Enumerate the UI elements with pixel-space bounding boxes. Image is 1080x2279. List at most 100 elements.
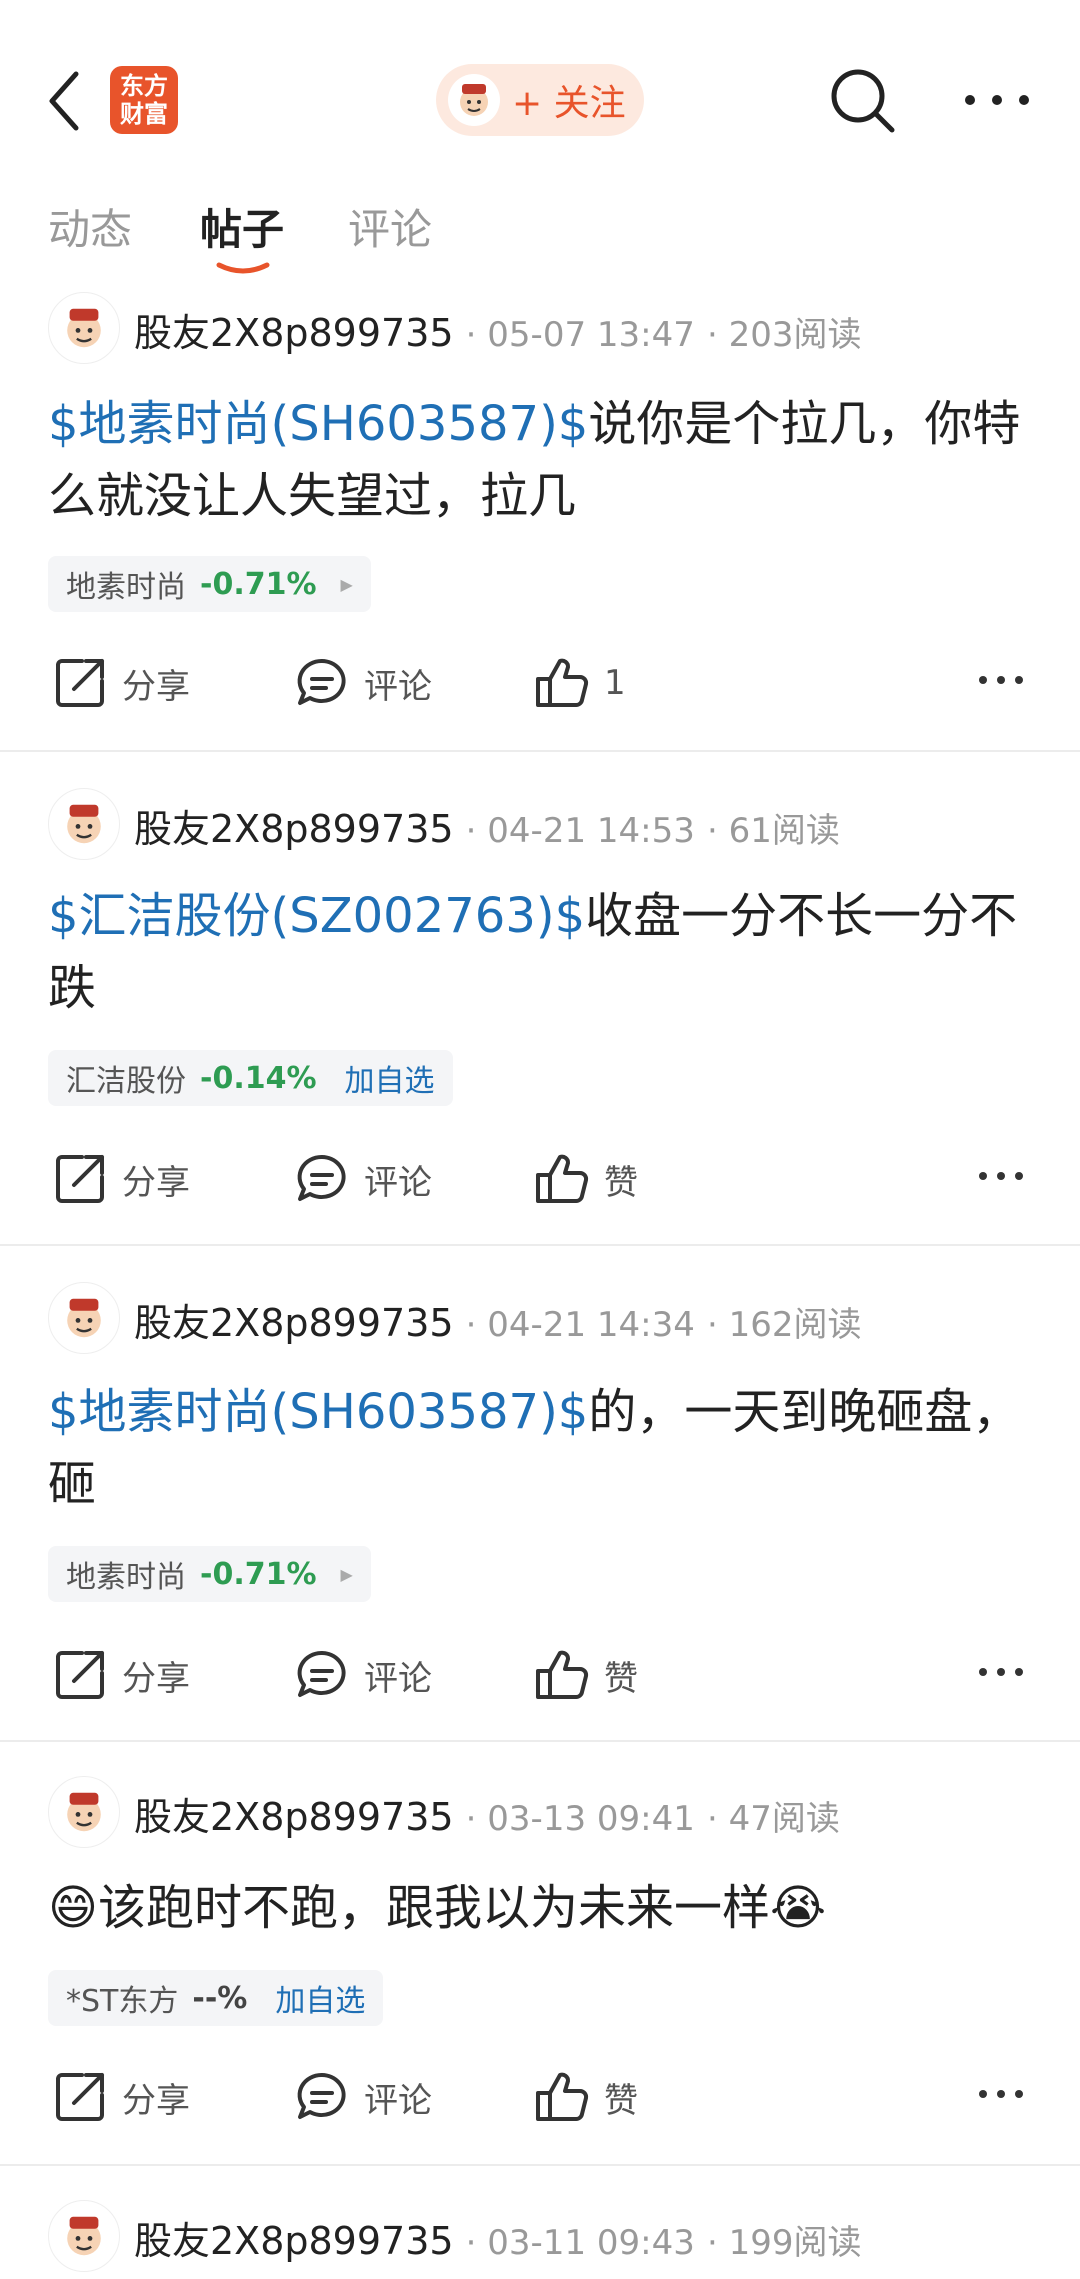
play-arrow-icon: ▶ bbox=[340, 574, 353, 594]
stock-tag[interactable]: 地素时尚 -0.71% ▶ bbox=[48, 1546, 371, 1602]
tab-comments[interactable]: 评论 bbox=[348, 196, 432, 257]
comment-label: 评论 bbox=[364, 1162, 432, 1203]
tag-change-percent: --% bbox=[192, 1980, 248, 2016]
divider bbox=[0, 1740, 1080, 1742]
post-meta: 股友2X8p899735 · 05-07 13:47 · 203阅读 bbox=[134, 311, 862, 355]
follow-label: + 关注 bbox=[512, 83, 626, 124]
more-options-icon[interactable] bbox=[978, 674, 1024, 686]
logo-line2: 财富 bbox=[120, 100, 168, 128]
share-button[interactable]: 分享 bbox=[52, 1144, 190, 1214]
post-actions: 分享 评论 1 bbox=[0, 648, 1080, 718]
share-button[interactable]: 分享 bbox=[52, 648, 190, 718]
stock-link[interactable]: $地素时尚(SH603587)$ bbox=[48, 396, 588, 452]
tag-stock-name: *ST东方 bbox=[66, 1984, 179, 2019]
post-content[interactable]: 😄该跑时不跑，跟我以为未来一样😭 bbox=[48, 1872, 1028, 1944]
read-count: 199阅读 bbox=[728, 2223, 862, 2263]
like-label: 赞 bbox=[604, 2080, 638, 2121]
comment-button[interactable]: 评论 bbox=[294, 1144, 432, 1214]
app-logo: 东方 财富 bbox=[110, 66, 178, 134]
more-options-icon[interactable] bbox=[962, 92, 1032, 108]
more-options-icon[interactable] bbox=[978, 1666, 1024, 1678]
stock-tag[interactable]: *ST东方 --% 加自选 bbox=[48, 1970, 384, 2026]
post-meta: 股友2X8p899735 · 03-13 09:41 · 47阅读 bbox=[134, 1795, 840, 1839]
logo-line1: 东方 bbox=[120, 72, 168, 100]
god-of-wealth-icon bbox=[67, 308, 101, 348]
post-time: 03-11 09:43 bbox=[487, 2223, 695, 2263]
stock-tag[interactable]: 汇洁股份 -0.14% 加自选 bbox=[48, 1050, 453, 1106]
author-avatar[interactable] bbox=[48, 1776, 120, 1848]
like-count: 1 bbox=[604, 663, 626, 703]
read-count: 203阅读 bbox=[728, 315, 862, 355]
like-label: 赞 bbox=[604, 1658, 638, 1699]
post-content[interactable]: $汇洁股份(SZ002763)$收盘一分不长一分不跌 bbox=[48, 880, 1028, 1024]
tag-change-percent: -0.71% bbox=[200, 1556, 317, 1592]
search-icon[interactable] bbox=[828, 66, 898, 136]
read-count: 61阅读 bbox=[728, 811, 840, 851]
author-name[interactable]: 股友2X8p899735 bbox=[134, 1301, 454, 1345]
tag-change-percent: -0.71% bbox=[200, 566, 317, 602]
author-avatar[interactable] bbox=[48, 1282, 120, 1354]
read-count: 47阅读 bbox=[728, 1799, 840, 1839]
post-meta: 股友2X8p899735 · 03-11 09:43 · 199阅读 bbox=[134, 2219, 862, 2263]
author-avatar[interactable] bbox=[48, 292, 120, 364]
author-name[interactable]: 股友2X8p899735 bbox=[134, 807, 454, 851]
divider bbox=[0, 2164, 1080, 2166]
like-button[interactable]: 赞 bbox=[532, 1640, 638, 1710]
share-label: 分享 bbox=[122, 1162, 190, 1203]
comment-button[interactable]: 评论 bbox=[294, 1640, 432, 1710]
comment-button[interactable]: 评论 bbox=[294, 2062, 432, 2132]
post-actions: 分享 评论 赞 bbox=[0, 1640, 1080, 1710]
add-watchlist-link[interactable]: 加自选 bbox=[275, 1976, 365, 2020]
post-actions: 分享 评论 赞 bbox=[0, 2062, 1080, 2132]
back-arrow-icon[interactable] bbox=[44, 68, 84, 134]
tag-stock-name: 地素时尚 bbox=[66, 570, 186, 605]
like-button[interactable]: 1 bbox=[532, 648, 626, 718]
author-avatar[interactable] bbox=[48, 788, 120, 860]
top-bar: 东方 财富 + 关注 bbox=[0, 0, 1080, 200]
like-button[interactable]: 赞 bbox=[532, 2062, 638, 2132]
post-time: 03-13 09:41 bbox=[487, 1799, 695, 1839]
stock-tag[interactable]: 地素时尚 -0.71% ▶ bbox=[48, 556, 371, 612]
post-content[interactable]: $地素时尚(SH603587)$说你是个拉几，你特么就没让人失望过，拉几 bbox=[48, 388, 1028, 532]
like-label: 赞 bbox=[604, 1162, 638, 1203]
thumbs-up-icon bbox=[536, 2072, 589, 2121]
more-options-icon[interactable] bbox=[978, 2088, 1024, 2100]
post-time: 04-21 14:53 bbox=[487, 811, 695, 851]
post-meta: 股友2X8p899735 · 04-21 14:34 · 162阅读 bbox=[134, 1301, 862, 1345]
active-tab-indicator bbox=[216, 262, 270, 274]
god-of-wealth-icon bbox=[67, 1792, 101, 1832]
author-name[interactable]: 股友2X8p899735 bbox=[134, 311, 454, 355]
thumbs-up-icon bbox=[536, 1650, 589, 1699]
share-button[interactable]: 分享 bbox=[52, 1640, 190, 1710]
comment-icon bbox=[297, 2072, 346, 2119]
follow-button[interactable]: + 关注 bbox=[436, 64, 644, 136]
stock-link[interactable]: $汇洁股份(SZ002763)$ bbox=[48, 888, 585, 944]
share-label: 分享 bbox=[122, 666, 190, 707]
stock-link[interactable]: $地素时尚(SH603587)$ bbox=[48, 1384, 588, 1440]
post-time: 05-07 13:47 bbox=[487, 315, 695, 355]
share-icon bbox=[56, 1651, 104, 1699]
share-button[interactable]: 分享 bbox=[52, 2062, 190, 2132]
more-options-icon[interactable] bbox=[978, 1170, 1024, 1182]
add-watchlist-link[interactable]: 加自选 bbox=[345, 1056, 435, 1100]
comment-button[interactable]: 评论 bbox=[294, 648, 432, 718]
like-button[interactable]: 赞 bbox=[532, 1144, 638, 1214]
share-label: 分享 bbox=[122, 2080, 190, 2121]
user-avatar bbox=[448, 74, 500, 126]
divider bbox=[0, 1244, 1080, 1246]
tag-stock-name: 地素时尚 bbox=[66, 1560, 186, 1595]
post-meta: 股友2X8p899735 · 04-21 14:53 · 61阅读 bbox=[134, 807, 840, 851]
read-count: 162阅读 bbox=[728, 1305, 862, 1345]
author-name[interactable]: 股友2X8p899735 bbox=[134, 2219, 454, 2263]
god-of-wealth-icon bbox=[67, 2216, 101, 2256]
post-actions: 分享 评论 赞 bbox=[0, 1144, 1080, 1214]
author-avatar[interactable] bbox=[48, 2200, 120, 2272]
author-name[interactable]: 股友2X8p899735 bbox=[134, 1795, 454, 1839]
play-arrow-icon: ▶ bbox=[340, 1564, 353, 1584]
thumbs-up-icon bbox=[536, 1154, 589, 1203]
tab-posts[interactable]: 帖子 bbox=[200, 196, 284, 257]
comment-label: 评论 bbox=[364, 666, 432, 707]
comment-label: 评论 bbox=[364, 2080, 432, 2121]
post-content[interactable]: $地素时尚(SH603587)$的，一天到晚砸盘，砸 bbox=[48, 1376, 1028, 1520]
tab-activity[interactable]: 动态 bbox=[48, 196, 132, 257]
